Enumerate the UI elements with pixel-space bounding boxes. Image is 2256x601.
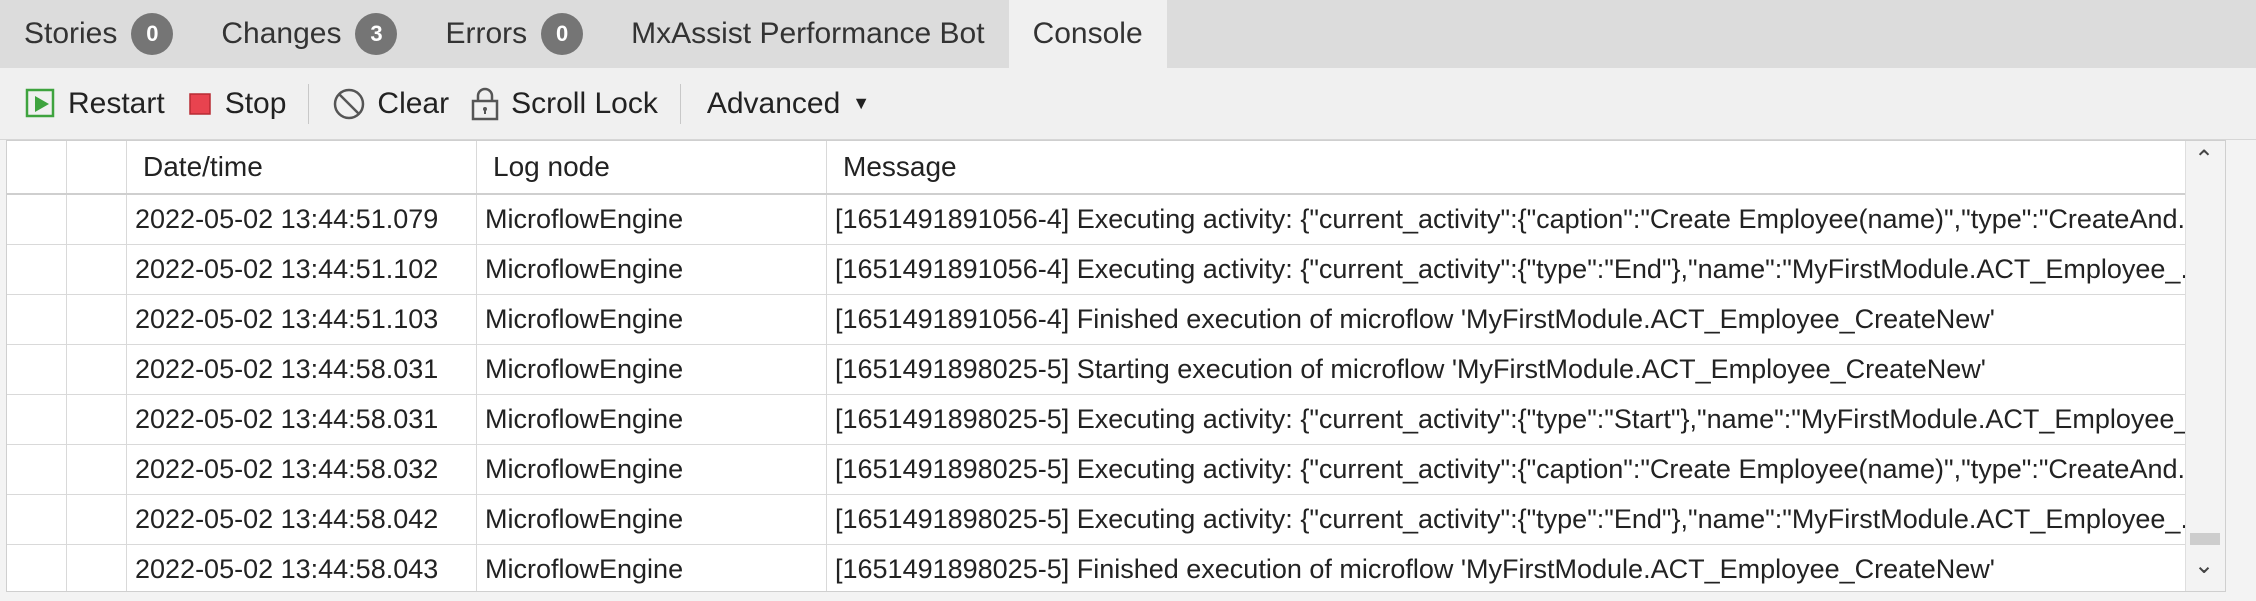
column-header[interactable] <box>67 141 127 193</box>
table-row[interactable]: 2022-05-02 13:44:51.079 MicroflowEngine … <box>7 195 2211 245</box>
tab-label: MxAssist Performance Bot <box>631 17 985 50</box>
advanced-label: Advanced <box>706 86 841 120</box>
tab-console[interactable]: Console <box>1008 0 1167 68</box>
row-cell <box>67 545 127 591</box>
row-cell <box>67 495 127 544</box>
row-cell <box>67 395 127 444</box>
row-cell <box>67 445 127 494</box>
log-node-cell: MicroflowEngine <box>477 195 827 244</box>
count-badge: 3 <box>355 13 398 55</box>
stop-icon <box>188 92 211 115</box>
toolbar-divider <box>679 83 681 124</box>
column-header-datetime[interactable]: Date/time <box>127 141 477 193</box>
restart-button[interactable]: Restart <box>14 76 175 132</box>
table-row[interactable]: 2022-05-02 13:44:58.032 MicroflowEngine … <box>7 445 2211 495</box>
tab-errors[interactable]: Errors 0 <box>421 0 607 68</box>
table-row[interactable]: 2022-05-02 13:44:58.031 MicroflowEngine … <box>7 395 2211 445</box>
tab-changes[interactable]: Changes 3 <box>197 0 421 68</box>
message-cell: [1651491898025-5] Finished execution of … <box>827 545 2211 591</box>
row-cell <box>67 295 127 344</box>
lock-icon <box>471 87 499 120</box>
tab-label: Changes <box>221 17 342 50</box>
row-cell <box>7 295 67 344</box>
datetime-cell: 2022-05-02 13:44:51.102 <box>127 245 477 294</box>
tab-stories[interactable]: Stories 0 <box>0 0 197 68</box>
datetime-cell: 2022-05-02 13:44:58.031 <box>127 345 477 394</box>
datetime-cell: 2022-05-02 13:44:58.031 <box>127 395 477 444</box>
stop-label: Stop <box>224 86 287 120</box>
datetime-cell: 2022-05-02 13:44:58.043 <box>127 545 477 591</box>
restart-icon <box>25 88 55 117</box>
column-header-message[interactable]: Message <box>827 141 2211 193</box>
tab-mxassist-performance-bot[interactable]: MxAssist Performance Bot <box>607 0 1008 68</box>
log-node-cell: MicroflowEngine <box>477 445 827 494</box>
row-cell <box>67 345 127 394</box>
clear-button[interactable]: Clear <box>321 76 459 132</box>
column-header-log-node[interactable]: Log node <box>477 141 827 193</box>
toolbar-divider <box>308 83 310 124</box>
clear-label: Clear <box>377 86 450 120</box>
vertical-scrollbar[interactable]: ⌃ ⌄ <box>2185 141 2225 591</box>
scroll-lock-label: Scroll Lock <box>511 86 658 120</box>
count-badge: 0 <box>131 13 174 55</box>
count-badge: 0 <box>541 13 584 55</box>
log-node-cell: MicroflowEngine <box>477 245 827 294</box>
table-row[interactable]: 2022-05-02 13:44:58.043 MicroflowEngine … <box>7 545 2211 591</box>
datetime-cell: 2022-05-02 13:44:51.079 <box>127 195 477 244</box>
advanced-dropdown[interactable]: Advanced ▼ <box>693 76 880 132</box>
chevron-down-icon: ▼ <box>852 93 871 113</box>
datetime-cell: 2022-05-02 13:44:58.042 <box>127 495 477 544</box>
message-cell: [1651491898025-5] Executing activity: {"… <box>827 395 2211 444</box>
message-cell: [1651491898025-5] Starting execution of … <box>827 345 2211 394</box>
table-header: Date/time Log node Message <box>7 141 2211 195</box>
row-cell <box>7 495 67 544</box>
scroll-up-icon[interactable]: ⌃ <box>2194 145 2214 174</box>
row-cell <box>7 545 67 591</box>
row-cell <box>7 245 67 294</box>
table-row[interactable]: 2022-05-02 13:44:51.103 MicroflowEngine … <box>7 295 2211 345</box>
tab-label: Console <box>1032 17 1143 50</box>
tab-label: Stories <box>24 17 118 50</box>
clear-icon <box>334 88 365 119</box>
log-node-cell: MicroflowEngine <box>477 295 827 344</box>
message-cell: [1651491898025-5] Executing activity: {"… <box>827 495 2211 544</box>
row-cell <box>7 345 67 394</box>
table-row[interactable]: 2022-05-02 13:44:58.031 MicroflowEngine … <box>7 345 2211 395</box>
table-row[interactable]: 2022-05-02 13:44:58.042 MicroflowEngine … <box>7 495 2211 545</box>
row-cell <box>7 445 67 494</box>
log-node-cell: MicroflowEngine <box>477 395 827 444</box>
scroll-lock-button[interactable]: Scroll Lock <box>459 76 668 132</box>
console-toolbar: Restart Stop Clear Scroll Lock Advanced … <box>0 68 2256 140</box>
row-cell <box>67 245 127 294</box>
table-row[interactable]: 2022-05-02 13:44:51.102 MicroflowEngine … <box>7 245 2211 295</box>
message-cell: [1651491891056-4] Executing activity: {"… <box>827 245 2211 294</box>
scroll-thumb[interactable] <box>2190 533 2220 545</box>
console-log-table: Date/time Log node Message 2022-05-02 13… <box>6 140 2226 592</box>
message-cell: [1651491891056-4] Executing activity: {"… <box>827 195 2211 244</box>
scroll-down-icon[interactable]: ⌄ <box>2194 551 2214 580</box>
row-cell <box>67 195 127 244</box>
log-node-cell: MicroflowEngine <box>477 495 827 544</box>
column-header[interactable] <box>7 141 67 193</box>
message-cell: [1651491891056-4] Finished execution of … <box>827 295 2211 344</box>
datetime-cell: 2022-05-02 13:44:51.103 <box>127 295 477 344</box>
row-cell <box>7 195 67 244</box>
tab-label: Errors <box>445 17 528 50</box>
datetime-cell: 2022-05-02 13:44:58.032 <box>127 445 477 494</box>
message-cell: [1651491898025-5] Executing activity: {"… <box>827 445 2211 494</box>
tab-bar: Stories 0 Changes 3 Errors 0 MxAssist Pe… <box>0 0 2256 68</box>
row-cell <box>7 395 67 444</box>
restart-label: Restart <box>68 86 165 120</box>
log-node-cell: MicroflowEngine <box>477 545 827 591</box>
stop-button[interactable]: Stop <box>175 76 297 132</box>
log-node-cell: MicroflowEngine <box>477 345 827 394</box>
